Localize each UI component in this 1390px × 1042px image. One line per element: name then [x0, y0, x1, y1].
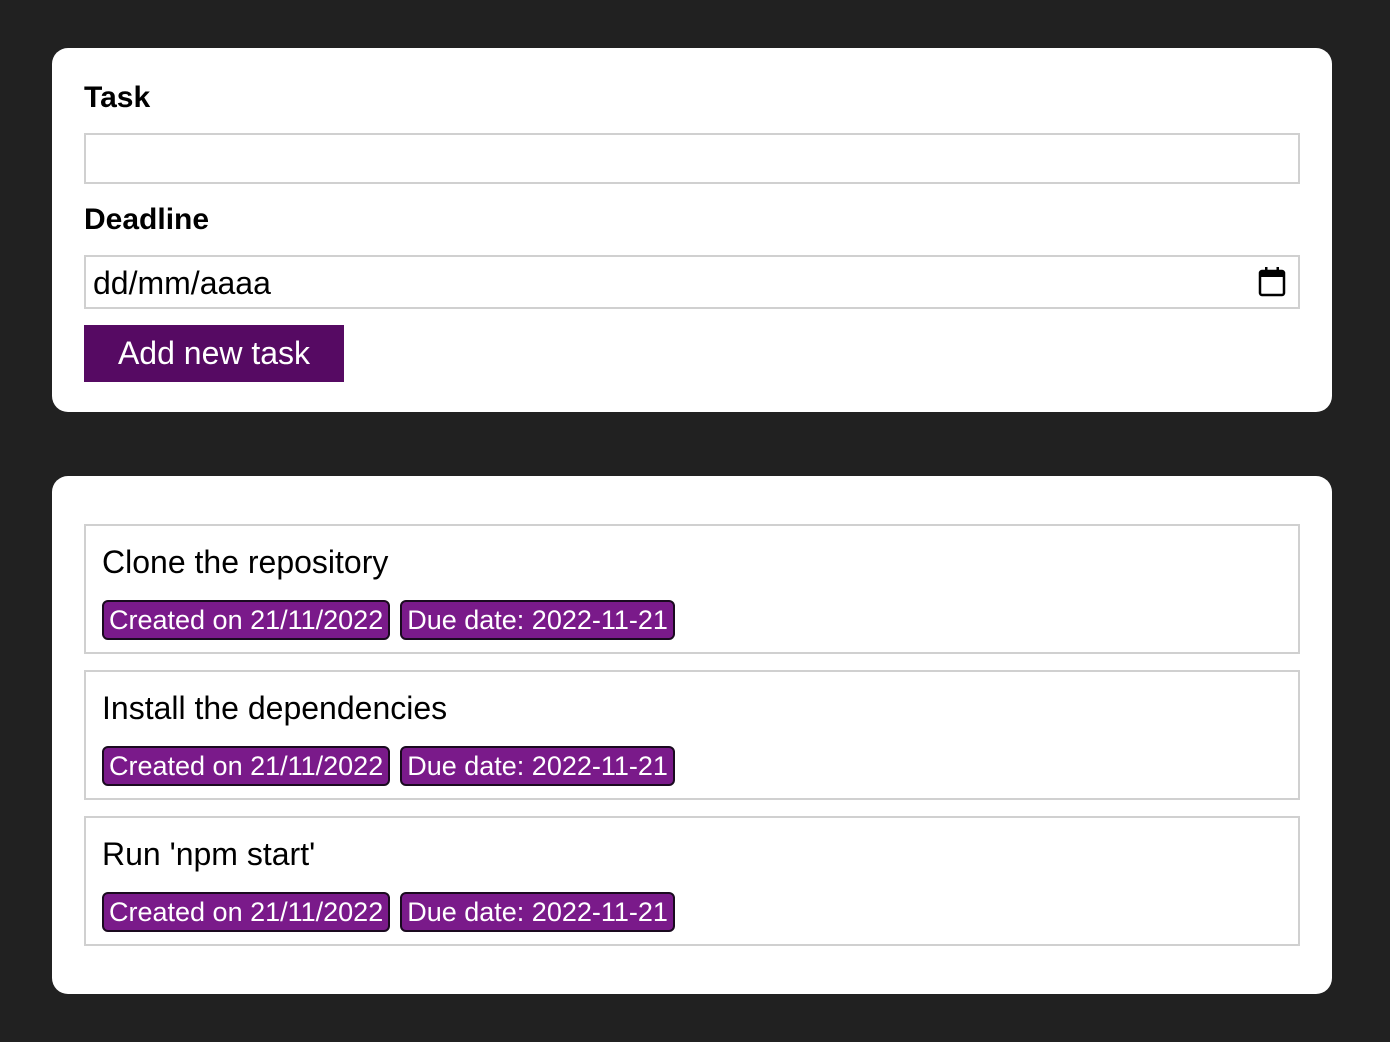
- due-date-badge: Due date: 2022-11-21: [400, 892, 675, 932]
- new-task-form: Task Deadline dd/mm/aaaa Add new task: [52, 48, 1332, 412]
- created-badge: Created on 21/11/2022: [102, 892, 391, 932]
- task-input[interactable]: [84, 133, 1300, 184]
- task-list: Clone the repository Created on 21/11/20…: [52, 476, 1332, 994]
- task-item: Clone the repository Created on 21/11/20…: [84, 524, 1300, 654]
- deadline-date-input[interactable]: dd/mm/aaaa: [84, 255, 1300, 309]
- task-badges: Created on 21/11/2022 Due date: 2022-11-…: [102, 892, 675, 932]
- task-badges: Created on 21/11/2022 Due date: 2022-11-…: [102, 600, 675, 640]
- deadline-placeholder: dd/mm/aaaa: [93, 265, 271, 301]
- created-badge: Created on 21/11/2022: [102, 600, 391, 640]
- task-label: Task: [84, 81, 151, 114]
- task-title: Run 'npm start': [102, 836, 316, 872]
- task-title: Clone the repository: [102, 544, 389, 580]
- add-task-button[interactable]: Add new task: [84, 325, 344, 382]
- due-date-badge: Due date: 2022-11-21: [400, 746, 675, 786]
- due-date-badge: Due date: 2022-11-21: [400, 600, 675, 640]
- task-badges: Created on 21/11/2022 Due date: 2022-11-…: [102, 746, 675, 786]
- deadline-label: Deadline: [84, 203, 210, 236]
- task-title: Install the dependencies: [102, 690, 448, 726]
- created-badge: Created on 21/11/2022: [102, 746, 391, 786]
- task-item: Run 'npm start' Created on 21/11/2022 Du…: [84, 816, 1300, 946]
- calendar-icon[interactable]: [1258, 267, 1286, 297]
- task-item: Install the dependencies Created on 21/1…: [84, 670, 1300, 800]
